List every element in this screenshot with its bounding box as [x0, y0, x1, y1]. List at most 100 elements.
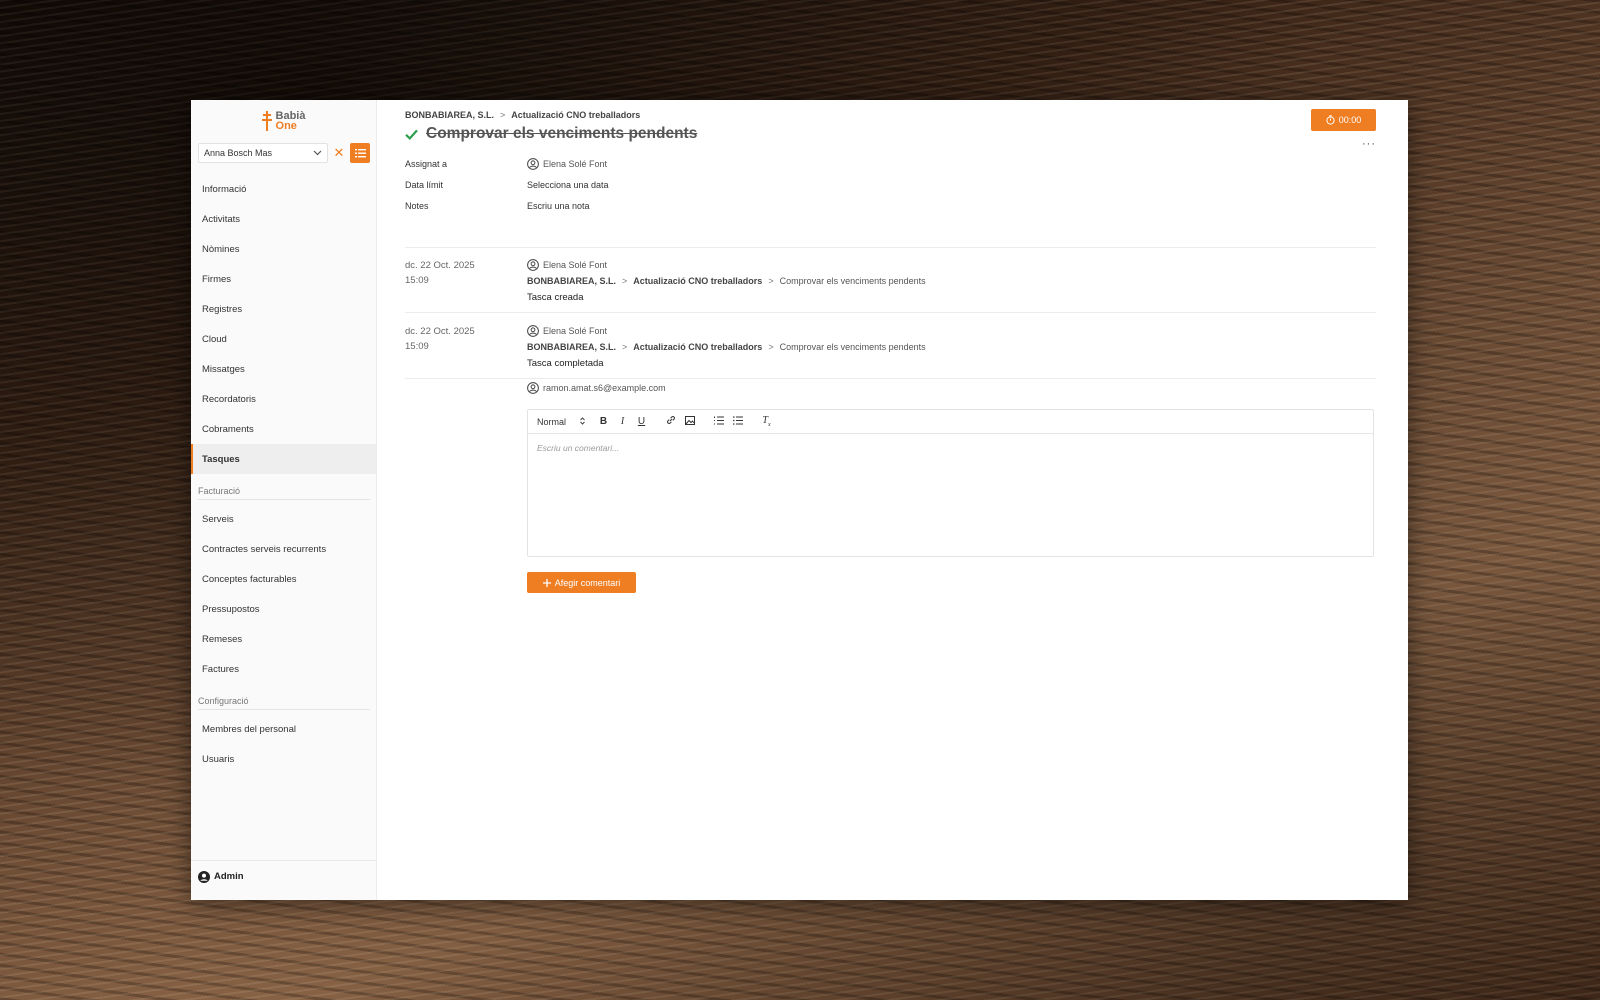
comment-author-email: ramon.amat.s6@example.com: [543, 383, 666, 393]
task-detail: BONBABIAREA, S.L. > Actualizació CNO treba…: [377, 100, 1408, 900]
notes-field[interactable]: Escriu una nota: [527, 201, 590, 211]
notes-row: Notes Escriu una nota: [405, 195, 609, 216]
editor-toolbar: Normal B I U Tx: [528, 410, 1373, 434]
clear-format-icon[interactable]: Tx: [758, 415, 775, 428]
event-date: dc. 22 Oct. 2025: [405, 326, 475, 337]
format-select-value: Normal: [537, 416, 567, 427]
list-view-button[interactable]: [350, 143, 370, 163]
event-time: 15:09: [405, 341, 429, 352]
sidebar: Babià One Anna Bosch Mas ✕ Informació Ac…: [191, 100, 377, 900]
event-path: BONBABIAREA, S.L. > Actualizació CNO treba…: [527, 342, 926, 352]
event-text: Tasca completada: [527, 358, 604, 369]
assignee-picker[interactable]: Elena Solé Font: [527, 157, 608, 170]
sidebar-item-pressupostos[interactable]: Pressupostos: [191, 594, 376, 624]
sidebar-item-cloud[interactable]: Cloud: [191, 324, 376, 354]
due-date-picker[interactable]: Selecciona una data: [527, 180, 609, 190]
sidebar-item-conceptes[interactable]: Conceptes facturables: [191, 564, 376, 594]
client-select[interactable]: Anna Bosch Mas: [198, 143, 328, 163]
comment-textarea[interactable]: Escriu un comentari...: [528, 434, 1373, 462]
logo[interactable]: Babià One: [191, 100, 376, 142]
list-icon: [354, 148, 366, 157]
event-path-project[interactable]: Actualizació CNO treballadors: [633, 276, 762, 286]
sidebar-item-contractes[interactable]: Contractes serveis recurrents: [191, 534, 376, 564]
italic-icon[interactable]: I: [614, 416, 631, 427]
timer-button[interactable]: 00:00: [1311, 109, 1376, 131]
event-time: 15:09: [405, 275, 429, 286]
stopwatch-icon: [1326, 115, 1335, 125]
sidebar-item-nomines[interactable]: Nòmines: [191, 234, 376, 264]
user-circle-icon: [198, 870, 210, 883]
sidebar-item-recordatoris[interactable]: Recordatoris: [191, 384, 376, 414]
event-path-task[interactable]: Comprovar els venciments pendents: [780, 342, 926, 352]
sidebar-item-tasques[interactable]: Tasques: [191, 444, 376, 474]
clear-icon[interactable]: ✕: [332, 145, 346, 161]
sidebar-item-activitats[interactable]: Activitats: [191, 204, 376, 234]
updown-icon: [580, 416, 585, 425]
event-user: Elena Solé Font: [543, 326, 608, 336]
link-icon[interactable]: [662, 415, 679, 428]
assigned-label: Assignat a: [405, 158, 448, 169]
user-menu[interactable]: Admin: [191, 860, 376, 892]
sidebar-item-missatges[interactable]: Missatges: [191, 354, 376, 384]
bullet-list-icon[interactable]: [729, 415, 746, 428]
title-row: Comprovar els venciments pendents: [405, 125, 697, 143]
plus-icon: [542, 578, 551, 587]
due-date-label: Data límit: [405, 179, 444, 190]
user-icon: [527, 259, 539, 271]
underline-icon[interactable]: U: [633, 416, 650, 427]
sidebar-item-remeses[interactable]: Remeses: [191, 624, 376, 654]
add-comment-button[interactable]: Afegir comentari: [527, 572, 636, 593]
more-options-icon[interactable]: ···: [1362, 138, 1376, 150]
due-date-row: Data límit Selecciona una data: [405, 174, 609, 195]
sidebar-item-firmes[interactable]: Firmes: [191, 264, 376, 294]
add-comment-label: Afegir comentari: [554, 577, 621, 588]
divider: [405, 312, 1376, 313]
task-properties: Assignat a Elena Solé Font Data límit Se…: [405, 153, 609, 216]
sidebar-item-usuaris[interactable]: Usuaris: [191, 744, 376, 774]
sidebar-item-serveis[interactable]: Serveis: [191, 504, 376, 534]
client-selector-row: Anna Bosch Mas ✕: [198, 142, 370, 164]
breadcrumb: BONBABIAREA, S.L. > Actualizació CNO treba…: [405, 110, 640, 120]
comment-author: ramon.amat.s6@example.com: [527, 382, 666, 394]
event-text: Tasca creada: [527, 292, 584, 303]
format-select[interactable]: Normal: [537, 417, 593, 427]
event-path-company[interactable]: BONBABIAREA, S.L.: [527, 276, 616, 286]
assignee-name: Elena Solé Font: [543, 158, 608, 169]
sidebar-item-registres[interactable]: Registres: [191, 294, 376, 324]
timer-value: 00:00: [1338, 115, 1362, 125]
ordered-list-icon[interactable]: [710, 416, 727, 428]
breadcrumb-project[interactable]: Actualizació CNO treballadors: [511, 110, 640, 120]
section-configuracio: Configuració: [198, 696, 370, 710]
sidebar-item-factures[interactable]: Factures: [191, 654, 376, 684]
event-path-company[interactable]: BONBABIAREA, S.L.: [527, 342, 616, 352]
divider: [405, 378, 1376, 379]
check-icon[interactable]: [405, 129, 418, 140]
section-facturacio: Facturació: [198, 486, 370, 500]
user-icon: [527, 325, 539, 337]
footer-username: Admin: [214, 871, 244, 882]
notes-label: Notes: [405, 200, 429, 211]
logo-mark-icon: [261, 110, 272, 132]
app-window: Babià One Anna Bosch Mas ✕ Informació Ac…: [191, 100, 1408, 900]
logo-line2: One: [275, 120, 297, 132]
sidebar-item-cobraments[interactable]: Cobraments: [191, 414, 376, 444]
breadcrumb-company[interactable]: BONBABIAREA, S.L.: [405, 110, 494, 120]
assigned-row: Assignat a Elena Solé Font: [405, 153, 609, 174]
chevron-down-icon: [313, 148, 322, 158]
task-title[interactable]: Comprovar els venciments pendents: [426, 125, 697, 143]
event-path: BONBABIAREA, S.L. > Actualizació CNO treba…: [527, 276, 926, 286]
image-icon[interactable]: [681, 415, 698, 428]
sidebar-nav: Informació Activitats Nòmines Firmes Reg…: [191, 174, 376, 774]
event-user: Elena Solé Font: [543, 260, 608, 270]
bold-icon[interactable]: B: [595, 416, 612, 427]
divider: [405, 247, 1376, 248]
user-icon: [527, 382, 539, 394]
breadcrumb-separator: >: [500, 110, 506, 120]
event-date: dc. 22 Oct. 2025: [405, 260, 475, 271]
client-select-value: Anna Bosch Mas: [204, 148, 273, 158]
user-icon: [527, 157, 539, 170]
sidebar-item-informacio[interactable]: Informació: [191, 174, 376, 204]
event-path-project[interactable]: Actualizació CNO treballadors: [633, 342, 762, 352]
event-path-task[interactable]: Comprovar els venciments pendents: [780, 276, 926, 286]
sidebar-item-membres[interactable]: Membres del personal: [191, 714, 376, 744]
